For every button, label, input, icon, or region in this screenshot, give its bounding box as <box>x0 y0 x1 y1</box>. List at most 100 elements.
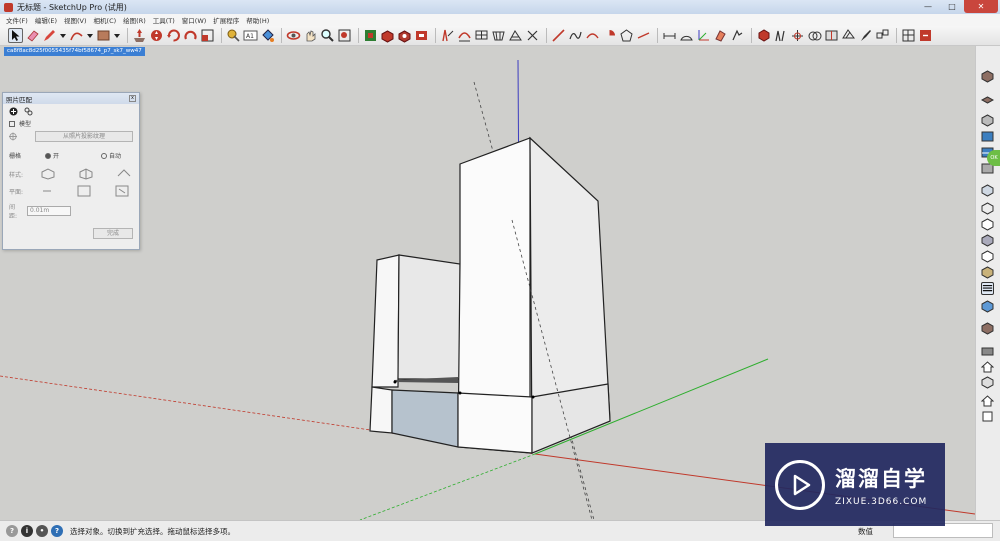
outer-shell-icon[interactable] <box>841 28 856 43</box>
drape-icon[interactable] <box>491 28 506 43</box>
credits-icon[interactable]: i <box>21 525 33 537</box>
panel-close-button[interactable]: x <box>129 95 136 102</box>
rotate-icon[interactable] <box>166 28 181 43</box>
maximize-button[interactable]: □ <box>940 0 964 13</box>
iso-view-icon[interactable] <box>981 70 994 83</box>
arc-2pt-icon[interactable] <box>585 28 600 43</box>
grid-icon[interactable] <box>901 28 916 43</box>
style-grid-icon-2[interactable] <box>79 168 93 180</box>
protractor-icon[interactable] <box>679 28 694 43</box>
rectangle-icon[interactable] <box>96 28 111 43</box>
shaded-texture-icon[interactable] <box>981 250 994 263</box>
move-icon[interactable] <box>149 28 164 43</box>
menu-extensions[interactable]: 扩展程序 <box>213 15 239 25</box>
shaded-icon[interactable] <box>981 234 994 247</box>
top-view-icon[interactable] <box>981 96 994 109</box>
solid-trim-icon[interactable] <box>790 28 805 43</box>
menu-tools[interactable]: 工具(T) <box>153 15 175 25</box>
status-badge[interactable]: OK <box>987 150 1000 166</box>
stamp-icon[interactable] <box>474 28 489 43</box>
sandbox-icon[interactable] <box>440 28 455 43</box>
warehouse-icon[interactable] <box>363 28 378 43</box>
solid-intersect-icon[interactable] <box>807 28 822 43</box>
help-icon[interactable]: ? <box>51 525 63 537</box>
grid-auto-radio[interactable] <box>101 152 108 159</box>
follow-me-icon[interactable] <box>183 28 198 43</box>
components-panel-icon[interactable] <box>981 322 994 335</box>
arc-icon[interactable] <box>69 28 84 43</box>
add-photo-icon[interactable] <box>9 107 18 116</box>
menu-file[interactable]: 文件(F) <box>6 15 28 25</box>
house-icon[interactable] <box>981 360 994 373</box>
solid-union-icon[interactable] <box>756 28 771 43</box>
pan-icon[interactable] <box>303 28 318 43</box>
look-around-icon[interactable] <box>981 410 994 423</box>
plane-icon-2[interactable] <box>77 185 91 197</box>
scale-icon[interactable] <box>200 28 215 43</box>
user-icon[interactable]: • <box>36 525 48 537</box>
orbit-icon[interactable] <box>286 28 301 43</box>
menu-draw[interactable]: 绘图(R) <box>123 15 146 25</box>
close-button[interactable]: ✕ <box>964 0 998 13</box>
home-icon[interactable] <box>981 394 994 407</box>
share-model-icon[interactable] <box>397 28 412 43</box>
paint-bucket-icon[interactable] <box>260 28 275 43</box>
solid-subtract-icon[interactable] <box>773 28 788 43</box>
hidden-line-icon[interactable] <box>981 218 994 231</box>
select-icon[interactable] <box>8 28 23 43</box>
section-plane-icon[interactable] <box>713 28 728 43</box>
zoom-icon[interactable] <box>320 28 335 43</box>
geolocation-icon[interactable]: ? <box>6 525 18 537</box>
wireframe-icon[interactable] <box>981 202 994 215</box>
line-icon[interactable] <box>551 28 566 43</box>
extension-warehouse-icon[interactable] <box>414 28 429 43</box>
dynamic-component-icon[interactable] <box>875 28 890 43</box>
settings-icon[interactable] <box>24 107 33 116</box>
menu-view[interactable]: 视图(V) <box>64 15 87 25</box>
components-icon[interactable] <box>380 28 395 43</box>
scene-tab[interactable]: ca8f8ac8d25f0055435f74bf58674_p7_sk7_ww4… <box>4 47 145 56</box>
add-detail-icon[interactable] <box>508 28 523 43</box>
chevron-down-icon[interactable] <box>113 28 121 43</box>
text-icon[interactable]: A1 <box>243 28 258 43</box>
xray-style-icon[interactable] <box>981 184 994 197</box>
plane-icon-1[interactable] <box>41 186 53 196</box>
solid-split-icon[interactable] <box>824 28 839 43</box>
front-view-icon[interactable] <box>981 114 994 127</box>
menu-window[interactable]: 窗口(W) <box>182 15 207 25</box>
smoove-icon[interactable] <box>457 28 472 43</box>
tape-measure-icon[interactable] <box>226 28 241 43</box>
menu-edit[interactable]: 编辑(E) <box>35 15 57 25</box>
polygon-icon[interactable] <box>619 28 634 43</box>
menu-help[interactable]: 帮助(H) <box>246 15 269 25</box>
circle-icon[interactable] <box>636 28 651 43</box>
model-checkbox[interactable] <box>9 120 15 127</box>
project-texture-button[interactable]: 从照片投影纹理 <box>35 131 133 142</box>
spacing-input[interactable]: 0.01m <box>27 206 71 216</box>
freehand-icon[interactable] <box>568 28 583 43</box>
plane-icon-3[interactable] <box>115 185 129 197</box>
minimize-button[interactable]: — <box>916 0 940 13</box>
menu-camera[interactable]: 相机(C) <box>94 15 117 25</box>
3d-text-icon[interactable] <box>730 28 745 43</box>
pencil-icon[interactable] <box>42 28 57 43</box>
pie-icon[interactable] <box>602 28 617 43</box>
axes-icon[interactable] <box>696 28 711 43</box>
flip-edge-icon[interactable] <box>525 28 540 43</box>
done-button[interactable]: 完成 <box>93 228 133 239</box>
push-pull-icon[interactable] <box>132 28 147 43</box>
eraser-icon[interactable] <box>25 28 40 43</box>
style-grid-icon-3[interactable] <box>117 168 131 180</box>
share-icon[interactable] <box>918 28 933 43</box>
position-camera-icon[interactable] <box>981 376 994 389</box>
camera-icon[interactable] <box>981 344 994 357</box>
dimension-icon[interactable] <box>662 28 677 43</box>
chevron-down-icon[interactable] <box>86 28 94 43</box>
brush-icon[interactable] <box>858 28 873 43</box>
section-display-icon[interactable] <box>981 300 994 313</box>
chevron-down-icon[interactable] <box>59 28 67 43</box>
right-view-icon[interactable] <box>981 130 994 143</box>
layers-icon[interactable] <box>981 282 994 295</box>
style-grid-icon-1[interactable] <box>41 168 55 180</box>
grid-on-radio[interactable] <box>45 152 52 159</box>
